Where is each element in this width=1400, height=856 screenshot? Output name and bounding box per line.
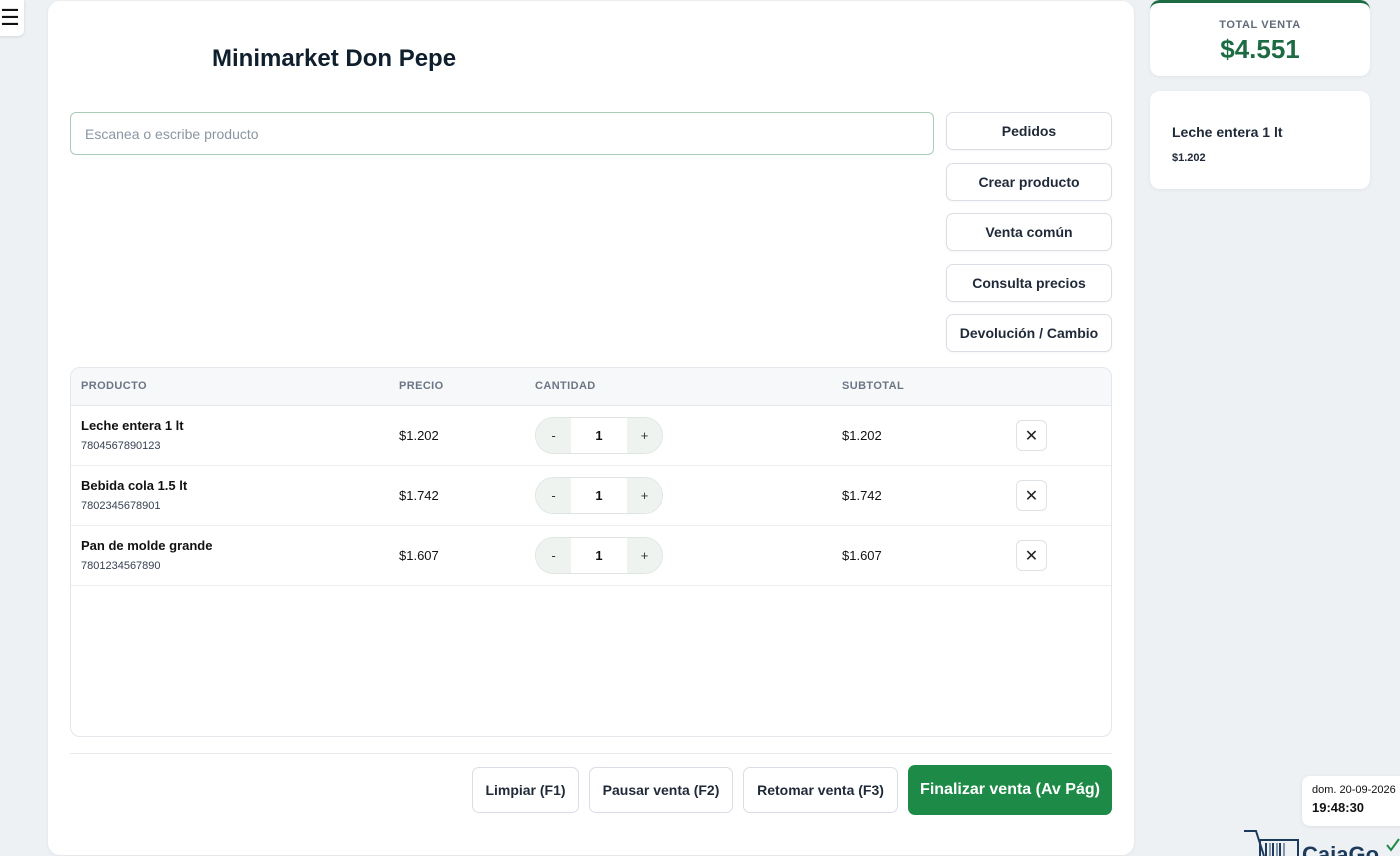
pause-sale-button[interactable]: Pausar venta (F2) bbox=[589, 767, 733, 813]
hamburger-icon: ☰ bbox=[0, 5, 20, 30]
sale-total-card: TOTAL VENTA $4.551 bbox=[1150, 0, 1370, 76]
product-price: $1.742 bbox=[399, 488, 439, 503]
clock-widget: dom. 20-09-2026 19:48:30 bbox=[1302, 776, 1400, 826]
brand-logo-text: CajaGo bbox=[1302, 842, 1380, 856]
orders-button[interactable]: Pedidos bbox=[946, 112, 1112, 150]
create-product-button[interactable]: Crear producto bbox=[946, 163, 1112, 201]
shopping-cart-icon bbox=[1244, 830, 1299, 856]
column-header-price: PRECIO bbox=[399, 380, 444, 392]
table-row: Pan de molde grande 7801234567890 $1.607… bbox=[71, 526, 1111, 586]
last-item-name: Leche entera 1 lt bbox=[1172, 124, 1283, 140]
product-subtotal: $1.202 bbox=[842, 428, 882, 443]
column-header-product: PRODUCTO bbox=[81, 380, 147, 392]
column-header-subtotal: SUBTOTAL bbox=[842, 380, 905, 392]
quantity-stepper: - 1 + bbox=[535, 537, 663, 574]
column-header-quantity: CANTIDAD bbox=[535, 380, 596, 392]
footer-divider bbox=[70, 753, 1112, 754]
clock-time: 19:48:30 bbox=[1312, 800, 1365, 815]
remove-item-button[interactable]: ✕ bbox=[1016, 420, 1047, 451]
close-icon: ✕ bbox=[1024, 427, 1039, 445]
remove-item-button[interactable]: ✕ bbox=[1016, 480, 1047, 511]
page-title: Minimarket Don Pepe bbox=[212, 45, 457, 72]
increase-quantity-button[interactable]: + bbox=[627, 478, 662, 513]
product-price: $1.607 bbox=[399, 548, 439, 563]
brand-logo: CajaGo bbox=[1244, 828, 1400, 856]
table-row: Leche entera 1 lt 7804567890123 $1.202 -… bbox=[71, 406, 1111, 466]
quantity-value[interactable]: 1 bbox=[571, 418, 627, 453]
product-barcode: 7804567890123 bbox=[81, 440, 161, 452]
search-input[interactable] bbox=[70, 112, 934, 155]
product-barcode: 7801234567890 bbox=[81, 560, 161, 572]
product-subtotal: $1.742 bbox=[842, 488, 882, 503]
product-name: Leche entera 1 lt bbox=[81, 418, 184, 433]
remove-item-button[interactable]: ✕ bbox=[1016, 540, 1047, 571]
return-exchange-button[interactable]: Devolución / Cambio bbox=[946, 314, 1112, 352]
increase-quantity-button[interactable]: + bbox=[627, 418, 662, 453]
resume-sale-button[interactable]: Retomar venta (F3) bbox=[743, 767, 898, 813]
quantity-value[interactable]: 1 bbox=[571, 478, 627, 513]
product-subtotal: $1.607 bbox=[842, 548, 882, 563]
quantity-value[interactable]: 1 bbox=[571, 538, 627, 573]
sale-items-table: PRODUCTO PRECIO CANTIDAD SUBTOTAL Leche … bbox=[70, 367, 1112, 737]
product-name: Pan de molde grande bbox=[81, 538, 213, 553]
last-item-card: Leche entera 1 lt $1.202 bbox=[1150, 91, 1370, 189]
finish-sale-button[interactable]: Finalizar venta (Av Pág) bbox=[908, 765, 1112, 815]
table-header: PRODUCTO PRECIO CANTIDAD SUBTOTAL bbox=[71, 368, 1111, 406]
product-barcode: 7802345678901 bbox=[81, 500, 161, 512]
quantity-stepper: - 1 + bbox=[535, 477, 663, 514]
product-price: $1.202 bbox=[399, 428, 439, 443]
last-item-price: $1.202 bbox=[1172, 152, 1206, 164]
price-check-button[interactable]: Consulta precios bbox=[946, 264, 1112, 302]
decrease-quantity-button[interactable]: - bbox=[536, 538, 571, 573]
sale-total-label: TOTAL VENTA bbox=[1219, 19, 1301, 31]
clock-date: dom. 20-09-2026 bbox=[1312, 784, 1396, 796]
sale-total-value: $4.551 bbox=[1220, 34, 1300, 64]
checkmark-icon bbox=[1386, 838, 1400, 852]
main-panel: Minimarket Don Pepe Pedidos Crear produc… bbox=[48, 1, 1134, 855]
close-icon: ✕ bbox=[1024, 487, 1039, 505]
product-name: Bebida cola 1.5 lt bbox=[81, 478, 188, 493]
table-row: Bebida cola 1.5 lt 7802345678901 $1.742 … bbox=[71, 466, 1111, 526]
common-sale-button[interactable]: Venta común bbox=[946, 213, 1112, 251]
quantity-stepper: - 1 + bbox=[535, 417, 663, 454]
decrease-quantity-button[interactable]: - bbox=[536, 478, 571, 513]
increase-quantity-button[interactable]: + bbox=[627, 538, 662, 573]
close-icon: ✕ bbox=[1024, 547, 1039, 565]
menu-button[interactable]: ☰ bbox=[0, 0, 24, 36]
decrease-quantity-button[interactable]: - bbox=[536, 418, 571, 453]
clear-button[interactable]: Limpiar (F1) bbox=[472, 767, 579, 813]
